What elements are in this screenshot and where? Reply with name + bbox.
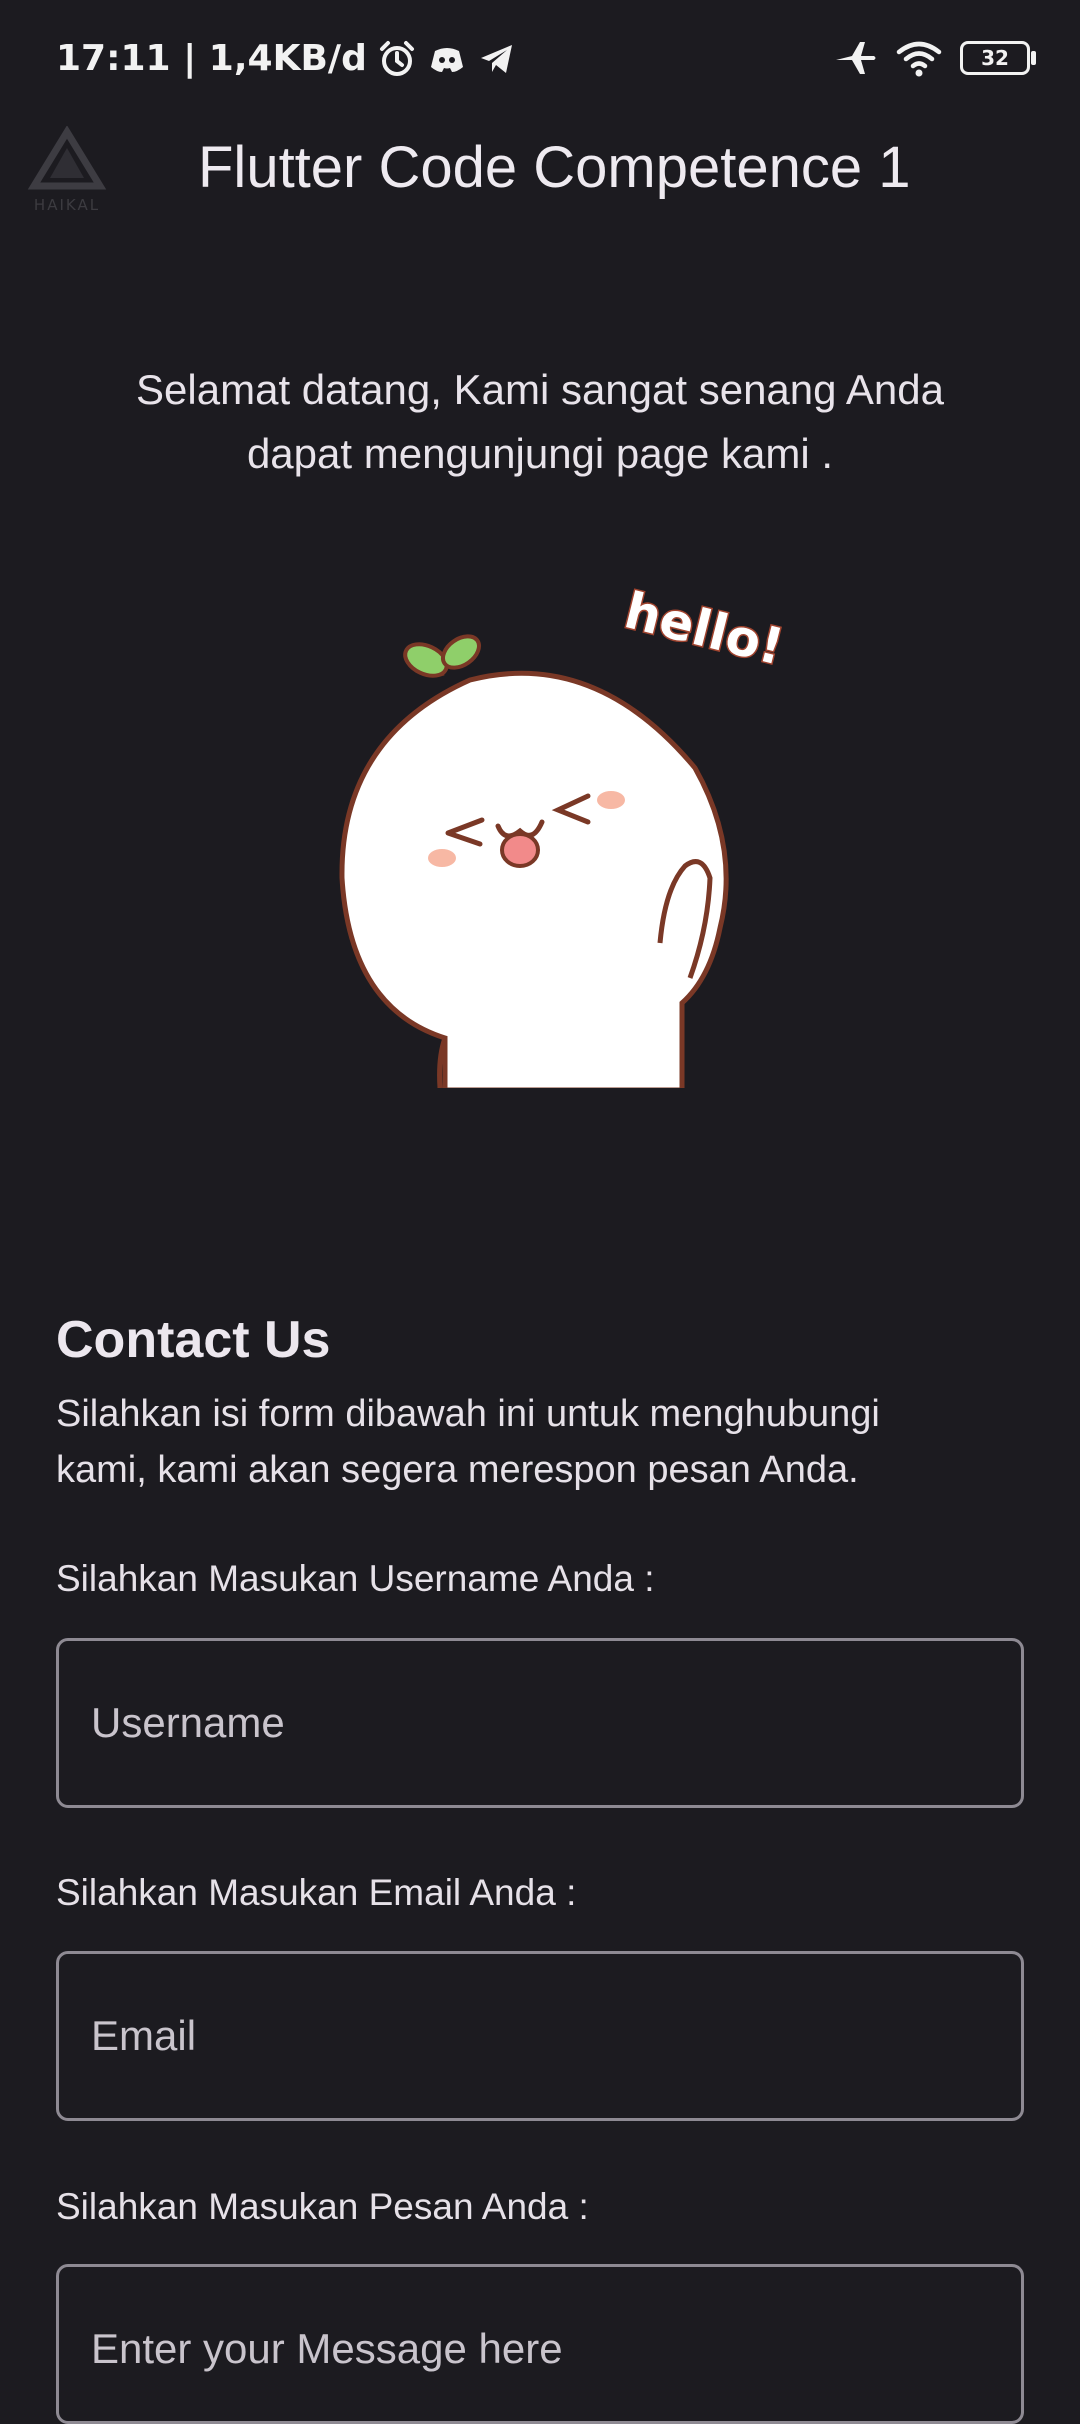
message-field-box xyxy=(56,2264,1024,2424)
hello-sticker: hello! xyxy=(330,548,810,1093)
telegram-icon xyxy=(480,44,512,73)
contact-description: Silahkan isi form dibawah ini untuk meng… xyxy=(56,1386,1016,1498)
welcome-line-1: Selamat datang, Kami sangat senang Anda xyxy=(136,366,944,413)
email-label: Silahkan Masukan Email Anda : xyxy=(56,1872,577,1913)
airplane-icon xyxy=(836,42,876,74)
battery-level: 32 xyxy=(981,46,1009,70)
status-right: 32 xyxy=(834,38,1036,78)
contact-desc-line-2: kami, kami akan segera merespon pesan An… xyxy=(56,1449,859,1491)
app-title: Flutter Code Competence 1 xyxy=(198,135,911,200)
status-left: 17:11 | 1,4KB/d xyxy=(56,38,517,79)
sticker-caption: hello! xyxy=(619,581,789,676)
username-label: Silahkan Masukan Username Anda : xyxy=(56,1558,655,1599)
battery-icon: 32 xyxy=(960,41,1036,75)
discord-icon xyxy=(430,47,463,72)
sticker-image: hello! xyxy=(339,580,791,1093)
status-bar: 17:11 | 1,4KB/d 32 xyxy=(0,0,1080,120)
username-input[interactable] xyxy=(59,1641,1021,1805)
contact-title: Contact Us xyxy=(56,1311,331,1369)
welcome-line-2: dapat mengunjungi page kami . xyxy=(246,430,834,477)
email-field-box xyxy=(56,1951,1024,2121)
message-input[interactable] xyxy=(59,2267,1021,2421)
contact-desc-line-1: Silahkan isi form dibawah ini untuk meng… xyxy=(56,1393,880,1435)
username-field-box xyxy=(56,1638,1024,1808)
welcome-text: Selamat datang, Kami sangat senang Anda … xyxy=(60,358,1020,486)
alarm-icon xyxy=(379,40,414,76)
app-logo: HAIKAL xyxy=(22,125,112,218)
wifi-icon xyxy=(896,41,942,77)
app-bar: HAIKAL Flutter Code Competence 1 xyxy=(0,120,1080,220)
status-time-speed: 17:11 | 1,4KB/d xyxy=(56,38,367,79)
logo-icon xyxy=(27,125,107,190)
message-label: Silahkan Masukan Pesan Anda : xyxy=(56,2186,589,2227)
email-input[interactable] xyxy=(59,1954,1021,2118)
logo-text: HAIKAL xyxy=(33,196,101,214)
